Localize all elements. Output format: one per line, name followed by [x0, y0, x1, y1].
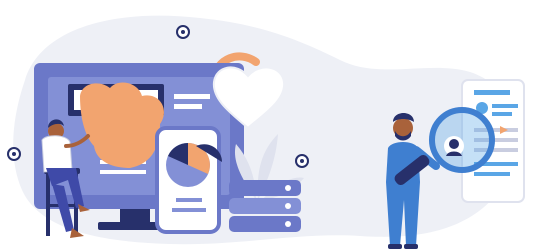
dot-marker-icon [7, 147, 21, 161]
illustration-stage [0, 0, 538, 251]
hr-recruiting-illustration [7, 15, 525, 249]
dot-marker-icon [295, 154, 309, 168]
dot-marker-icon [176, 25, 190, 39]
server-stack-icon [229, 180, 301, 232]
